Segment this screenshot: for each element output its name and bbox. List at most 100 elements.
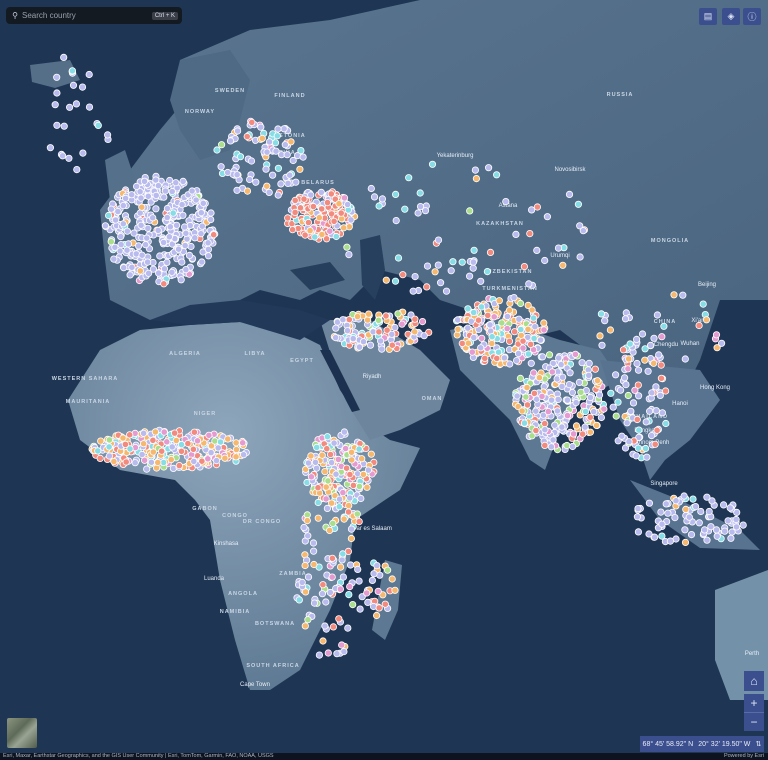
- site-marker[interactable]: [530, 334, 538, 342]
- site-marker[interactable]: [488, 333, 496, 341]
- powered-by[interactable]: Powered by Esri: [724, 753, 764, 760]
- site-marker[interactable]: [258, 134, 266, 142]
- site-marker[interactable]: [490, 313, 498, 321]
- site-marker[interactable]: [660, 322, 668, 330]
- site-marker[interactable]: [470, 246, 478, 254]
- site-marker[interactable]: [505, 337, 514, 345]
- site-marker[interactable]: [645, 407, 654, 415]
- site-marker[interactable]: [295, 596, 303, 604]
- site-marker[interactable]: [553, 407, 562, 415]
- site-marker[interactable]: [349, 600, 357, 609]
- site-marker[interactable]: [642, 418, 650, 426]
- site-marker[interactable]: [648, 389, 656, 397]
- site-marker[interactable]: [141, 456, 149, 464]
- site-marker[interactable]: [355, 343, 364, 351]
- site-marker[interactable]: [221, 454, 229, 462]
- map-view[interactable]: RUSSIASWEDENNORWAYFINLANDESTONIALATVIABE…: [0, 0, 768, 760]
- site-marker[interactable]: [78, 83, 87, 91]
- site-marker[interactable]: [268, 171, 277, 179]
- site-marker[interactable]: [488, 339, 496, 348]
- site-marker[interactable]: [297, 147, 305, 155]
- site-marker[interactable]: [178, 201, 186, 209]
- site-marker[interactable]: [609, 403, 617, 411]
- site-marker[interactable]: [232, 439, 240, 447]
- site-marker[interactable]: [682, 505, 690, 513]
- site-marker[interactable]: [662, 500, 670, 508]
- site-marker[interactable]: [163, 213, 171, 222]
- site-marker[interactable]: [680, 492, 688, 500]
- site-marker[interactable]: [411, 328, 419, 336]
- site-marker[interactable]: [616, 386, 625, 394]
- site-marker[interactable]: [265, 188, 273, 196]
- site-marker[interactable]: [558, 382, 566, 390]
- site-marker[interactable]: [346, 470, 354, 479]
- site-marker[interactable]: [331, 333, 340, 342]
- site-marker[interactable]: [712, 331, 721, 339]
- site-marker[interactable]: [68, 67, 77, 75]
- site-marker[interactable]: [595, 391, 604, 399]
- site-marker[interactable]: [132, 250, 140, 258]
- site-marker[interactable]: [339, 488, 347, 497]
- site-marker[interactable]: [310, 599, 319, 607]
- site-marker[interactable]: [339, 573, 347, 581]
- site-marker[interactable]: [243, 132, 251, 141]
- site-marker[interactable]: [198, 222, 206, 230]
- site-marker[interactable]: [565, 190, 574, 198]
- site-marker[interactable]: [317, 188, 325, 196]
- site-marker[interactable]: [181, 223, 189, 231]
- site-marker[interactable]: [681, 355, 689, 363]
- site-marker[interactable]: [284, 214, 292, 222]
- site-marker[interactable]: [464, 305, 472, 313]
- site-marker[interactable]: [340, 515, 348, 523]
- site-marker[interactable]: [190, 428, 198, 436]
- site-marker[interactable]: [414, 209, 422, 217]
- site-marker[interactable]: [541, 256, 549, 265]
- site-marker[interactable]: [458, 339, 466, 347]
- site-marker[interactable]: [713, 344, 721, 352]
- site-marker[interactable]: [154, 226, 162, 234]
- site-marker[interactable]: [154, 458, 162, 467]
- site-marker[interactable]: [336, 585, 344, 593]
- site-marker[interactable]: [535, 374, 544, 382]
- site-marker[interactable]: [274, 125, 282, 133]
- site-marker[interactable]: [304, 573, 313, 581]
- site-marker[interactable]: [650, 533, 659, 541]
- site-marker[interactable]: [428, 160, 437, 168]
- site-marker[interactable]: [321, 622, 329, 630]
- site-marker[interactable]: [304, 459, 313, 467]
- site-marker[interactable]: [477, 277, 485, 285]
- site-marker[interactable]: [367, 184, 375, 193]
- site-marker[interactable]: [532, 407, 540, 415]
- site-marker[interactable]: [586, 393, 595, 402]
- site-marker[interactable]: [524, 325, 532, 333]
- site-marker[interactable]: [702, 316, 711, 324]
- site-marker[interactable]: [392, 217, 400, 225]
- site-marker[interactable]: [140, 440, 148, 448]
- site-marker[interactable]: [653, 311, 662, 319]
- site-marker[interactable]: [634, 381, 642, 389]
- site-marker[interactable]: [277, 180, 285, 188]
- site-marker[interactable]: [272, 147, 280, 155]
- site-marker[interactable]: [391, 586, 399, 594]
- site-marker[interactable]: [409, 287, 417, 295]
- site-marker[interactable]: [232, 453, 240, 461]
- site-marker[interactable]: [382, 276, 390, 284]
- site-marker[interactable]: [306, 227, 314, 235]
- site-marker[interactable]: [585, 371, 593, 379]
- site-marker[interactable]: [184, 439, 192, 448]
- site-marker[interactable]: [158, 447, 166, 455]
- site-marker[interactable]: [301, 622, 309, 630]
- site-marker[interactable]: [503, 324, 511, 333]
- site-marker[interactable]: [321, 467, 329, 476]
- site-marker[interactable]: [398, 320, 406, 328]
- site-marker[interactable]: [105, 452, 114, 460]
- site-marker[interactable]: [347, 448, 356, 456]
- site-marker[interactable]: [481, 354, 489, 362]
- site-marker[interactable]: [325, 526, 334, 535]
- site-marker[interactable]: [516, 299, 525, 308]
- site-marker[interactable]: [324, 477, 332, 485]
- site-marker[interactable]: [136, 209, 144, 217]
- site-marker[interactable]: [340, 428, 348, 436]
- site-marker[interactable]: [300, 523, 308, 532]
- site-marker[interactable]: [598, 341, 606, 349]
